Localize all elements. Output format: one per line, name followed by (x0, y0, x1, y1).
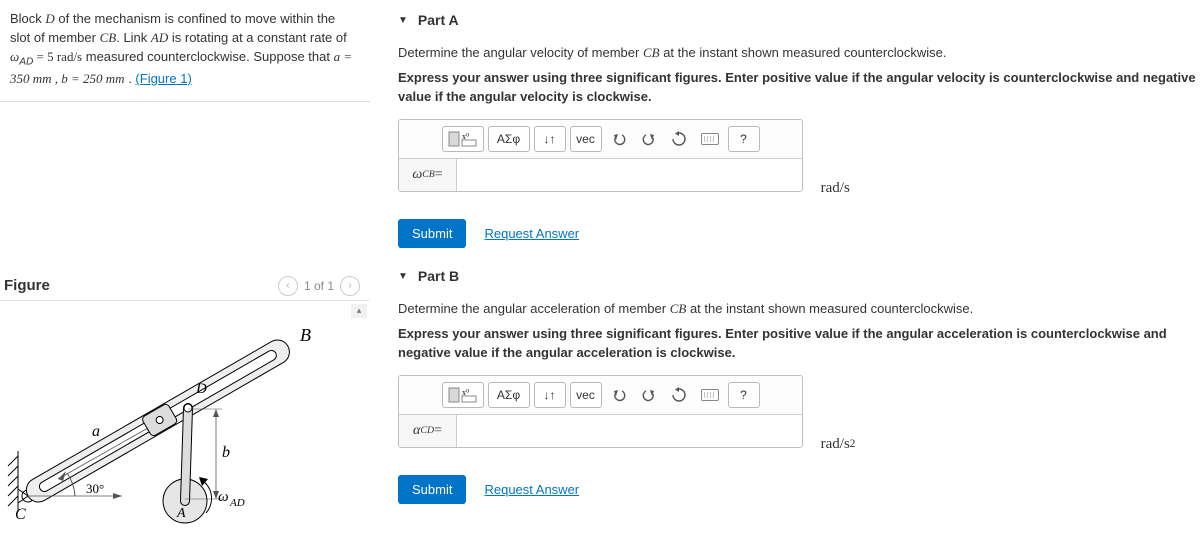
var-AD: AD (151, 30, 168, 45)
problem-statement: Block D of the mechanism is confined to … (0, 0, 370, 102)
reset-button[interactable] (666, 382, 692, 408)
keyboard-icon (701, 389, 719, 401)
part-a-prompt: Determine the angular velocity of member… (398, 44, 1200, 63)
fig-label-wAD: ω (218, 489, 229, 505)
greek-button[interactable]: ΑΣφ (488, 126, 530, 152)
part-a-submit-button[interactable]: Submit (398, 219, 466, 248)
templates-button[interactable]: x⁰ (442, 382, 484, 408)
figure-image: ▴ C B (0, 300, 370, 536)
greek-button[interactable]: ΑΣφ (488, 382, 530, 408)
fig-label-A: A (176, 506, 186, 521)
var-CB: CB (100, 30, 117, 45)
figure-link[interactable]: (Figure 1) (135, 71, 191, 86)
part-a-lhs: ωCB = (399, 159, 457, 191)
subscript-button[interactable]: ↓↑ (534, 382, 566, 408)
text: Block (10, 11, 45, 26)
reset-button[interactable] (666, 126, 692, 152)
var-wAD: ω (10, 49, 19, 64)
undo-button[interactable] (606, 382, 632, 408)
text: . (125, 71, 136, 86)
vector-button[interactable]: vec (570, 126, 602, 152)
vector-button[interactable]: vec (570, 382, 602, 408)
fig-label-angle: 30° (86, 481, 104, 496)
templates-button[interactable]: x⁰ (442, 126, 484, 152)
part-a-instruction: Express your answer using three signific… (398, 69, 1200, 107)
figure-nav: ‹ 1 of 1 › (278, 276, 360, 296)
caret-down-icon: ▼ (398, 15, 408, 26)
undo-button[interactable] (606, 126, 632, 152)
part-b-submit-button[interactable]: Submit (398, 475, 466, 504)
fig-label-D: D (195, 381, 207, 397)
part-b-header[interactable]: ▼ Part B (398, 256, 1200, 294)
part-b-title: Part B (418, 268, 459, 284)
part-a-header[interactable]: ▼ Part A (398, 0, 1200, 38)
figure-prev[interactable]: ‹ (278, 276, 298, 296)
part-b-request-answer[interactable]: Request Answer (484, 482, 579, 497)
var-D: D (45, 11, 54, 26)
part-a-title: Part A (418, 12, 459, 28)
part-a-toolbar: x⁰ ΑΣφ ↓↑ vec ? (399, 120, 802, 159)
keyboard-button[interactable] (696, 126, 724, 152)
part-b-answer-box: x⁰ ΑΣφ ↓↑ vec ? αCD = (398, 375, 803, 448)
scroll-up-icon[interactable]: ▴ (351, 304, 367, 318)
part-b-input[interactable] (457, 415, 802, 447)
fig-label-B: B (300, 325, 311, 345)
help-button[interactable]: ? (728, 382, 760, 408)
text: is rotating at a constant rate of (168, 30, 347, 45)
part-b-lhs: αCD = (399, 415, 457, 447)
text: . Link (116, 30, 151, 45)
fig-label-b: b (222, 444, 230, 461)
figure-counter: 1 of 1 (304, 279, 334, 293)
part-a-units: rad/s (821, 171, 850, 205)
help-button[interactable]: ? (728, 126, 760, 152)
var-wAD-sub: AD (19, 56, 33, 67)
part-b-instruction: Express your answer using three signific… (398, 325, 1200, 363)
part-b-units: rad/s2 (821, 427, 856, 461)
part-b-prompt: Determine the angular acceleration of me… (398, 300, 1200, 319)
fig-label-C: C (15, 506, 26, 523)
subscript-button[interactable]: ↓↑ (534, 126, 566, 152)
fig-label-a: a (92, 423, 100, 440)
keyboard-button[interactable] (696, 382, 724, 408)
keyboard-icon (701, 133, 719, 145)
redo-button[interactable] (636, 126, 662, 152)
figure-title: Figure (4, 277, 50, 294)
text: measured counterclockwise. Suppose that (82, 49, 333, 64)
figure-next[interactable]: › (340, 276, 360, 296)
fig-label-wAD-sub: AD (229, 497, 245, 509)
caret-down-icon: ▼ (398, 271, 408, 282)
part-b-toolbar: x⁰ ΑΣφ ↓↑ vec ? (399, 376, 802, 415)
redo-button[interactable] (636, 382, 662, 408)
var-wAD-val: = 5 rad/s (33, 49, 82, 64)
part-a-request-answer[interactable]: Request Answer (484, 226, 579, 241)
part-a-answer-box: x⁰ ΑΣφ ↓↑ vec ? ωCB = (398, 119, 803, 192)
part-a-input[interactable] (457, 159, 802, 191)
